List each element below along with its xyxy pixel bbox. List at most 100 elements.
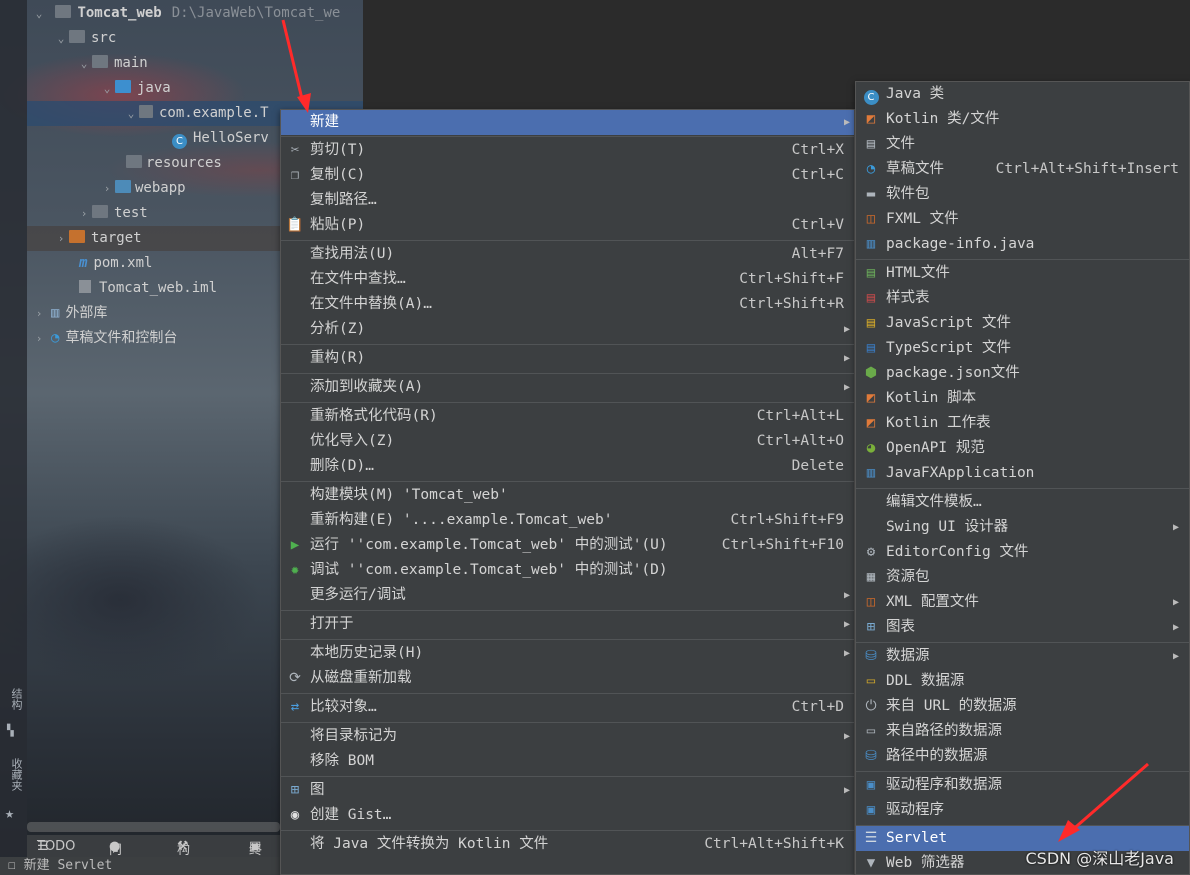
compare-icon: ⇄	[290, 699, 300, 715]
folder-icon	[69, 30, 85, 43]
menu-item-new[interactable]: 新建 ▶	[281, 110, 854, 135]
library-icon: ▥	[51, 305, 60, 321]
submenu-item-data-source[interactable]: ⛁ 数据源 ▶	[856, 644, 1189, 669]
tree-item-resources[interactable]: resources	[126, 151, 222, 176]
chevron-right-icon: ▶	[843, 785, 850, 796]
menu-item-diagram[interactable]: ⊞ 图 ▶	[281, 778, 854, 803]
menu-item-rebuild[interactable]: 重新构建(E) '....example.Tomcat_web' Ctrl+Shi…	[281, 508, 854, 533]
menu-item-copy-path[interactable]: 复制路径…	[281, 188, 854, 213]
menu-item-remove-bom[interactable]: 移除 BOM	[281, 749, 854, 774]
submenu-item-data-source-from-path[interactable]: ▭ 来自路径的数据源	[856, 719, 1189, 744]
chevron-right-icon: ▶	[1172, 522, 1179, 533]
html-file-icon: ▤	[866, 265, 876, 281]
menu-separator	[281, 402, 854, 403]
submenu-item-scratch-file[interactable]: ◔ 草稿文件 Ctrl+Alt+Shift+Insert	[856, 157, 1189, 182]
menu-item-optimize-imports[interactable]: 优化导入(Z) Ctrl+Alt+O	[281, 429, 854, 454]
maven-icon: m	[79, 255, 88, 271]
tree-item-main[interactable]: ⌄ main	[76, 51, 148, 76]
submenu-item-diagram[interactable]: ⊞ 图表 ▶	[856, 615, 1189, 640]
submenu-item-typescript-file[interactable]: ▤ TypeScript 文件	[856, 336, 1189, 361]
chevron-right-icon: ›	[103, 182, 111, 195]
menu-separator	[856, 259, 1189, 260]
kotlin-worksheet-icon: ◩	[866, 415, 876, 431]
database-icon: ⛁	[865, 648, 877, 664]
submenu-item-java-class[interactable]: C Java 类	[856, 82, 1189, 107]
tree-item-external-libs[interactable]: › ▥ 外部库	[31, 301, 108, 326]
typescript-file-icon: ▤	[866, 340, 876, 356]
menu-item-more-run-debug[interactable]: 更多运行/调试 ▶	[281, 583, 854, 608]
menu-item-reload-from-disk[interactable]: ⟳ 从磁盘重新加载	[281, 666, 854, 691]
submenu-item-resource-bundle[interactable]: ▦ 资源包	[856, 565, 1189, 590]
java-class-icon: C	[862, 86, 880, 105]
menu-item-refactor[interactable]: 重构(R) ▶	[281, 346, 854, 371]
menu-item-build-module[interactable]: 构建模块(M) 'Tomcat_web'	[281, 483, 854, 508]
menu-item-local-history[interactable]: 本地历史记录(H) ▶	[281, 641, 854, 666]
checkbox-icon: ☐	[8, 858, 24, 873]
left-tool-strip: 结构 ▚ 收藏夹 ★	[0, 0, 27, 875]
menu-item-cut[interactable]: ✂ 剪切(T) Ctrl+X	[281, 138, 854, 163]
database-icon: ⛁	[865, 748, 877, 764]
menu-item-add-to-favorites[interactable]: 添加到收藏夹(A) ▶	[281, 375, 854, 400]
folder-icon	[92, 205, 108, 218]
menu-item-find-in-files[interactable]: 在文件中查找… Ctrl+Shift+F	[281, 267, 854, 292]
menu-separator	[281, 373, 854, 374]
submenu-item-data-source-url[interactable]: ⏻ 来自 URL 的数据源	[856, 694, 1189, 719]
menu-item-debug-tests[interactable]: ✹ 调试 ''com.example.Tomcat_web' 中的测试'(D)	[281, 558, 854, 583]
tree-item-scratches[interactable]: › ◔ 草稿文件和控制台	[31, 326, 178, 351]
menu-item-copy[interactable]: ❐ 复制(C) Ctrl+C	[281, 163, 854, 188]
submenu-item-ddl-data-source[interactable]: ▭ DDL 数据源	[856, 669, 1189, 694]
tree-item-src[interactable]: ⌄ src	[53, 26, 116, 51]
resource-bundle-icon: ▦	[866, 569, 876, 585]
tree-item-pom[interactable]: m pom.xml	[79, 251, 152, 276]
menu-separator	[281, 639, 854, 640]
submenu-item-package-json[interactable]: ⬢ package.json文件	[856, 361, 1189, 386]
file-icon	[79, 280, 91, 293]
menu-item-create-gist[interactable]: ◉ 创建 Gist…	[281, 803, 854, 828]
menu-item-reformat[interactable]: 重新格式化代码(R) Ctrl+Alt+L	[281, 404, 854, 429]
submenu-item-file[interactable]: ▤ 文件	[856, 132, 1189, 157]
menu-item-replace-in-files[interactable]: 在文件中替换(A)… Ctrl+Shift+R	[281, 292, 854, 317]
refresh-icon: ⟳	[289, 670, 301, 686]
package-icon: ▬	[866, 186, 876, 202]
menu-item-compare-with[interactable]: ⇄ 比较对象… Ctrl+D	[281, 695, 854, 720]
chevron-right-icon: ▶	[843, 731, 850, 742]
menu-item-analyze[interactable]: 分析(Z) ▶	[281, 317, 854, 342]
chevron-down-icon: ⌄	[103, 82, 111, 95]
submenu-item-fxml-file[interactable]: ◫ FXML 文件	[856, 207, 1189, 232]
submenu-item-kotlin-script[interactable]: ◩ Kotlin 脚本	[856, 386, 1189, 411]
tree-item-test[interactable]: › test	[76, 201, 148, 226]
folder-icon	[92, 55, 108, 68]
menu-item-open-in[interactable]: 打开于 ▶	[281, 612, 854, 637]
submenu-item-javascript-file[interactable]: ▤ JavaScript 文件	[856, 311, 1189, 336]
tree-item-java[interactable]: ⌄ java	[99, 76, 171, 101]
structure-icon: ▚	[7, 724, 14, 737]
menu-separator	[281, 344, 854, 345]
submenu-item-xml-config[interactable]: ◫ XML 配置文件 ▶	[856, 590, 1189, 615]
submenu-item-swing-ui-designer[interactable]: Swing UI 设计器 ▶	[856, 515, 1189, 540]
tree-item-webapp[interactable]: › webapp	[99, 176, 186, 201]
structure-tab[interactable]: 结构	[2, 688, 24, 710]
submenu-item-html-file[interactable]: ▤ HTML文件	[856, 261, 1189, 286]
submenu-item-editorconfig[interactable]: ⚙ EditorConfig 文件	[856, 540, 1189, 565]
menu-item-convert-to-kotlin[interactable]: 将 Java 文件转换为 Kotlin 文件 Ctrl+Alt+Shift+K	[281, 832, 854, 857]
submenu-item-openapi[interactable]: ◕ OpenAPI 规范	[856, 436, 1189, 461]
submenu-item-kotlin-class[interactable]: ◩ Kotlin 类/文件	[856, 107, 1189, 132]
menu-item-paste[interactable]: 📋 粘贴(P) Ctrl+V	[281, 213, 854, 238]
horizontal-scrollbar[interactable]	[27, 822, 280, 832]
fxml-file-icon: ◫	[866, 211, 876, 227]
menu-item-run-tests[interactable]: ▶ 运行 ''com.example.Tomcat_web' 中的测试'(U) Ct…	[281, 533, 854, 558]
menu-item-delete[interactable]: 删除(D)… Delete	[281, 454, 854, 479]
submenu-item-package-info[interactable]: ▥ package-info.java	[856, 232, 1189, 257]
submenu-item-javafx-application[interactable]: ▥ JavaFXApplication	[856, 461, 1189, 486]
red-arrow-annotation	[1058, 762, 1149, 842]
menu-item-find-usages[interactable]: 查找用法(U) Alt+F7	[281, 242, 854, 267]
tree-item-helloservlet[interactable]: C HelloServ	[172, 126, 269, 151]
submenu-item-stylesheet[interactable]: ▤ 样式表	[856, 286, 1189, 311]
javascript-file-icon: ▤	[866, 315, 876, 331]
submenu-item-edit-templates[interactable]: 编辑文件模板…	[856, 490, 1189, 515]
submenu-item-package[interactable]: ▬ 软件包	[856, 182, 1189, 207]
submenu-item-kotlin-worksheet[interactable]: ◩ Kotlin 工作表	[856, 411, 1189, 436]
menu-item-mark-directory-as[interactable]: 将目录标记为 ▶	[281, 724, 854, 749]
favorites-tab[interactable]: 收藏夹	[2, 758, 24, 791]
tree-item-iml[interactable]: Tomcat_web.iml	[79, 276, 217, 301]
